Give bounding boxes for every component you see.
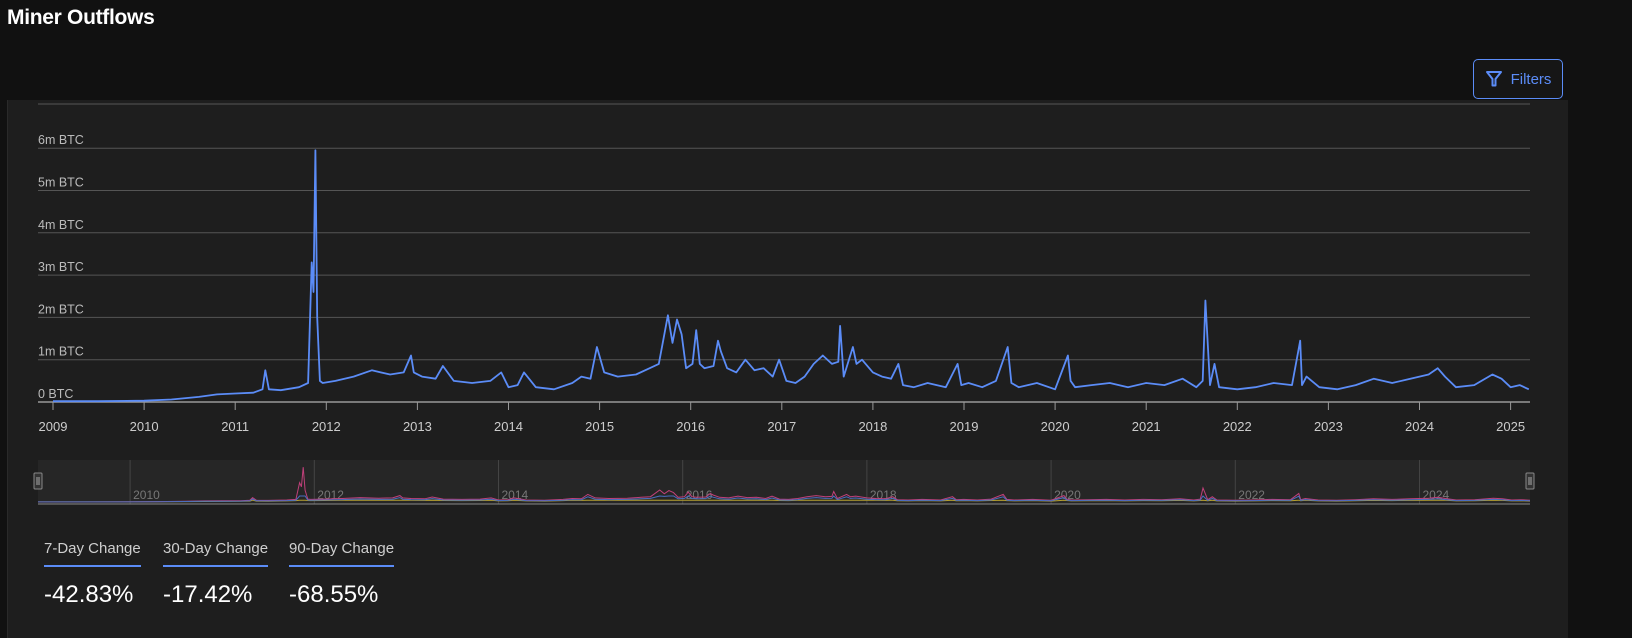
y-tick-label: 6m BTC — [38, 133, 84, 147]
y-tick-label: 5m BTC — [38, 176, 84, 190]
x-tick-label: 2012 — [312, 419, 341, 434]
y-tick-label: 4m BTC — [38, 218, 84, 232]
x-tick-label: 2025 — [1496, 419, 1525, 434]
series-line-miner-outflows — [53, 149, 1530, 403]
x-tick-label: 2014 — [494, 419, 523, 434]
stat-value: -68.55% — [289, 581, 379, 608]
stat-label: 7-Day Change — [44, 540, 141, 567]
navigator-handle-left[interactable] — [33, 472, 43, 490]
x-tick-label: 2020 — [1041, 419, 1070, 434]
x-tick-label: 2022 — [1223, 419, 1252, 434]
x-tick-label: 2016 — [676, 419, 705, 434]
x-tick-label: 2021 — [1132, 419, 1161, 434]
stat-90-day: 90-Day Change -68.55% — [289, 540, 395, 609]
stat-30-day: 30-Day Change -17.42% — [163, 540, 269, 609]
navigator-handle-right[interactable] — [1525, 472, 1535, 490]
x-tick-label: 2013 — [403, 419, 432, 434]
y-tick-label: 0 BTC — [38, 387, 73, 401]
x-tick-label: 2024 — [1405, 419, 1434, 434]
x-tick-label: 2017 — [767, 419, 796, 434]
stat-label: 90-Day Change — [289, 540, 395, 567]
navigator-background — [38, 460, 1530, 504]
y-tick-label: 1m BTC — [38, 345, 84, 359]
stat-7-day: 7-Day Change -42.83% — [44, 540, 141, 609]
stat-value: -42.83% — [44, 581, 134, 608]
x-tick-label: 2019 — [950, 419, 979, 434]
x-tick-label: 2018 — [858, 419, 887, 434]
stat-value: -17.42% — [163, 581, 253, 608]
x-tick-label: 2011 — [221, 419, 249, 434]
navigator-tick-label: 2010 — [133, 488, 160, 502]
y-tick-label: 2m BTC — [38, 302, 84, 316]
y-tick-label: 3m BTC — [38, 260, 84, 274]
stat-label: 30-Day Change — [163, 540, 269, 567]
x-tick-label: 2015 — [585, 419, 614, 434]
x-tick-label: 2023 — [1314, 419, 1343, 434]
x-tick-label: 2009 — [39, 419, 68, 434]
x-tick-label: 2010 — [130, 419, 159, 434]
